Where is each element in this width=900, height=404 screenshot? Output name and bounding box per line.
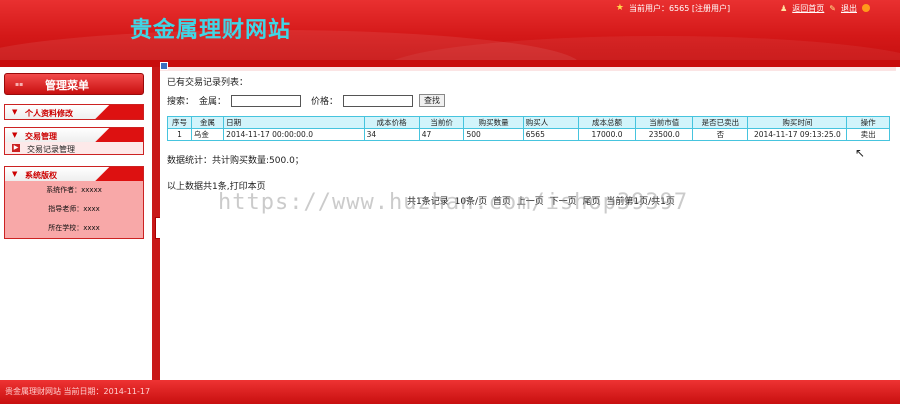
footer-text: 贵金属理财网站 当前日期：2014-11-17 bbox=[5, 387, 151, 396]
header-band bbox=[0, 60, 900, 67]
col-header: 购买数量 bbox=[463, 116, 524, 129]
cell-buyer: 6565 bbox=[522, 128, 579, 141]
footer: 贵金属理财网站 当前日期：2014-11-17 bbox=[0, 380, 900, 404]
col-header: 日期 bbox=[223, 116, 365, 129]
menu-header: ▪▪ 管理菜单 bbox=[4, 73, 144, 95]
cell-sold: 否 bbox=[692, 128, 749, 141]
panel-icon bbox=[160, 62, 168, 70]
group-copyright: ▼ 系统版权 系统作者：xxxxx 指导老师：xxxx 所在学校：xxxx bbox=[4, 166, 144, 239]
table-row: 1 乌金 2014-11-17 00:00:00.0 34 47 500 656… bbox=[167, 128, 890, 141]
sidebar-divider bbox=[152, 67, 161, 380]
list-title: 已有交易记录列表： bbox=[167, 78, 249, 88]
star-icon: ★ bbox=[615, 3, 624, 13]
logout-link[interactable]: 退出 bbox=[841, 3, 857, 14]
col-header: 当前价 bbox=[418, 116, 465, 129]
triangle-down-icon: ▼ bbox=[12, 170, 18, 178]
price-label: 价格： bbox=[311, 97, 339, 107]
mouse-cursor-icon: ↖ bbox=[855, 146, 866, 160]
group-profile: ▼ 个人资料修改 bbox=[4, 104, 144, 120]
watermark: https://www.huzhan.com/ishop39397 bbox=[218, 190, 689, 215]
col-header: 序号 bbox=[167, 116, 192, 129]
metal-input[interactable] bbox=[231, 94, 302, 107]
header-banner: 贵金属理财网站 ★ 当前用户：6565 [注册用户] ♟ 返回首页 ✎ 退出 bbox=[0, 0, 900, 60]
cell-metal: 乌金 bbox=[190, 128, 225, 141]
search-button[interactable]: 查找 bbox=[419, 94, 446, 107]
search-label: 搜索： bbox=[167, 97, 195, 107]
arrow-right-icon: ▶ bbox=[12, 144, 20, 152]
group-title: 个人资料修改 bbox=[25, 109, 73, 118]
school-text: 所在学校：xxxx bbox=[48, 224, 100, 232]
cell-index: 1 bbox=[167, 128, 192, 141]
price-input[interactable] bbox=[343, 94, 414, 107]
sell-link[interactable]: 卖出 bbox=[846, 128, 890, 141]
site-title: 贵金属理财网站 bbox=[130, 17, 292, 43]
group-trade: ▼ 交易管理 ▶ 交易记录管理 bbox=[4, 127, 144, 155]
group-title: 交易管理 bbox=[25, 132, 57, 141]
key-icon: ✎ bbox=[829, 3, 836, 13]
group-title: 系统版权 bbox=[25, 171, 57, 180]
table-header-row: 序号 金属 日期 成本价格 当前价 购买数量 购买人 成本总额 当前市值 是否已… bbox=[167, 116, 890, 129]
logout-icon[interactable] bbox=[862, 4, 870, 12]
stats-text: 数据统计：共计购买数量:500.0； bbox=[167, 156, 304, 166]
triangle-down-icon: ▼ bbox=[12, 108, 18, 116]
home-link[interactable]: 返回首页 bbox=[792, 3, 824, 14]
col-header: 金属 bbox=[190, 116, 225, 129]
group-header-copyright[interactable]: ▼ 系统版权 bbox=[5, 167, 143, 181]
main-content: 已有交易记录列表： 搜索： 金属： 价格： 查找 序号 金属 日期 成本价格 当… bbox=[160, 62, 896, 380]
cell-purchase-time: 2014-11-17 09:13:25.0 bbox=[747, 128, 848, 141]
cell-total-cost: 17000.0 bbox=[577, 128, 637, 141]
menu-dots-icon: ▪▪ bbox=[15, 81, 24, 88]
cell-market-value: 23500.0 bbox=[635, 128, 694, 141]
copyright-info: 系统作者：xxxxx 指导老师：xxxx 所在学校：xxxx bbox=[5, 181, 143, 238]
group-header-profile[interactable]: ▼ 个人资料修改 bbox=[5, 105, 143, 119]
current-user-text: 当前用户：6565 [注册用户] bbox=[628, 3, 731, 13]
col-header: 成本总额 bbox=[577, 116, 637, 129]
user-icon: ♟ bbox=[780, 3, 788, 13]
trade-table: 序号 金属 日期 成本价格 当前价 购买数量 购买人 成本总额 当前市值 是否已… bbox=[167, 116, 890, 141]
cell-quantity: 500 bbox=[463, 128, 524, 141]
triangle-down-icon: ▼ bbox=[12, 131, 18, 139]
cell-current-price: 47 bbox=[418, 128, 465, 141]
col-header: 购买时间 bbox=[747, 116, 848, 129]
col-header: 是否已卖出 bbox=[692, 116, 749, 129]
col-header: 购买人 bbox=[522, 116, 579, 129]
col-header: 操作 bbox=[846, 116, 890, 129]
sidebar-item-label: 交易记录管理 bbox=[27, 145, 75, 154]
advisor-text: 指导老师：xxxx bbox=[48, 205, 100, 213]
top-user-bar: ★ 当前用户：6565 [注册用户] ♟ 返回首页 ✎ 退出 bbox=[616, 2, 870, 14]
sidebar: ▪▪ 管理菜单 ▼ 个人资料修改 ▼ 交易管理 ▶ 交易记录管理 ▼ 系统版权 … bbox=[0, 67, 152, 380]
cell-date: 2014-11-17 00:00:00.0 bbox=[223, 128, 365, 141]
sidebar-item-trade-records[interactable]: ▶ 交易记录管理 bbox=[5, 142, 143, 154]
metal-label: 金属： bbox=[199, 97, 227, 107]
menu-title: 管理菜单 bbox=[45, 79, 89, 92]
search-form: 搜索： 金属： 价格： 查找 bbox=[167, 94, 446, 107]
col-header: 成本价格 bbox=[363, 116, 420, 129]
author-text: 系统作者：xxxxx bbox=[46, 186, 102, 194]
cell-cost-price: 34 bbox=[363, 128, 420, 141]
col-header: 当前市值 bbox=[635, 116, 694, 129]
group-header-trade[interactable]: ▼ 交易管理 bbox=[5, 128, 143, 142]
